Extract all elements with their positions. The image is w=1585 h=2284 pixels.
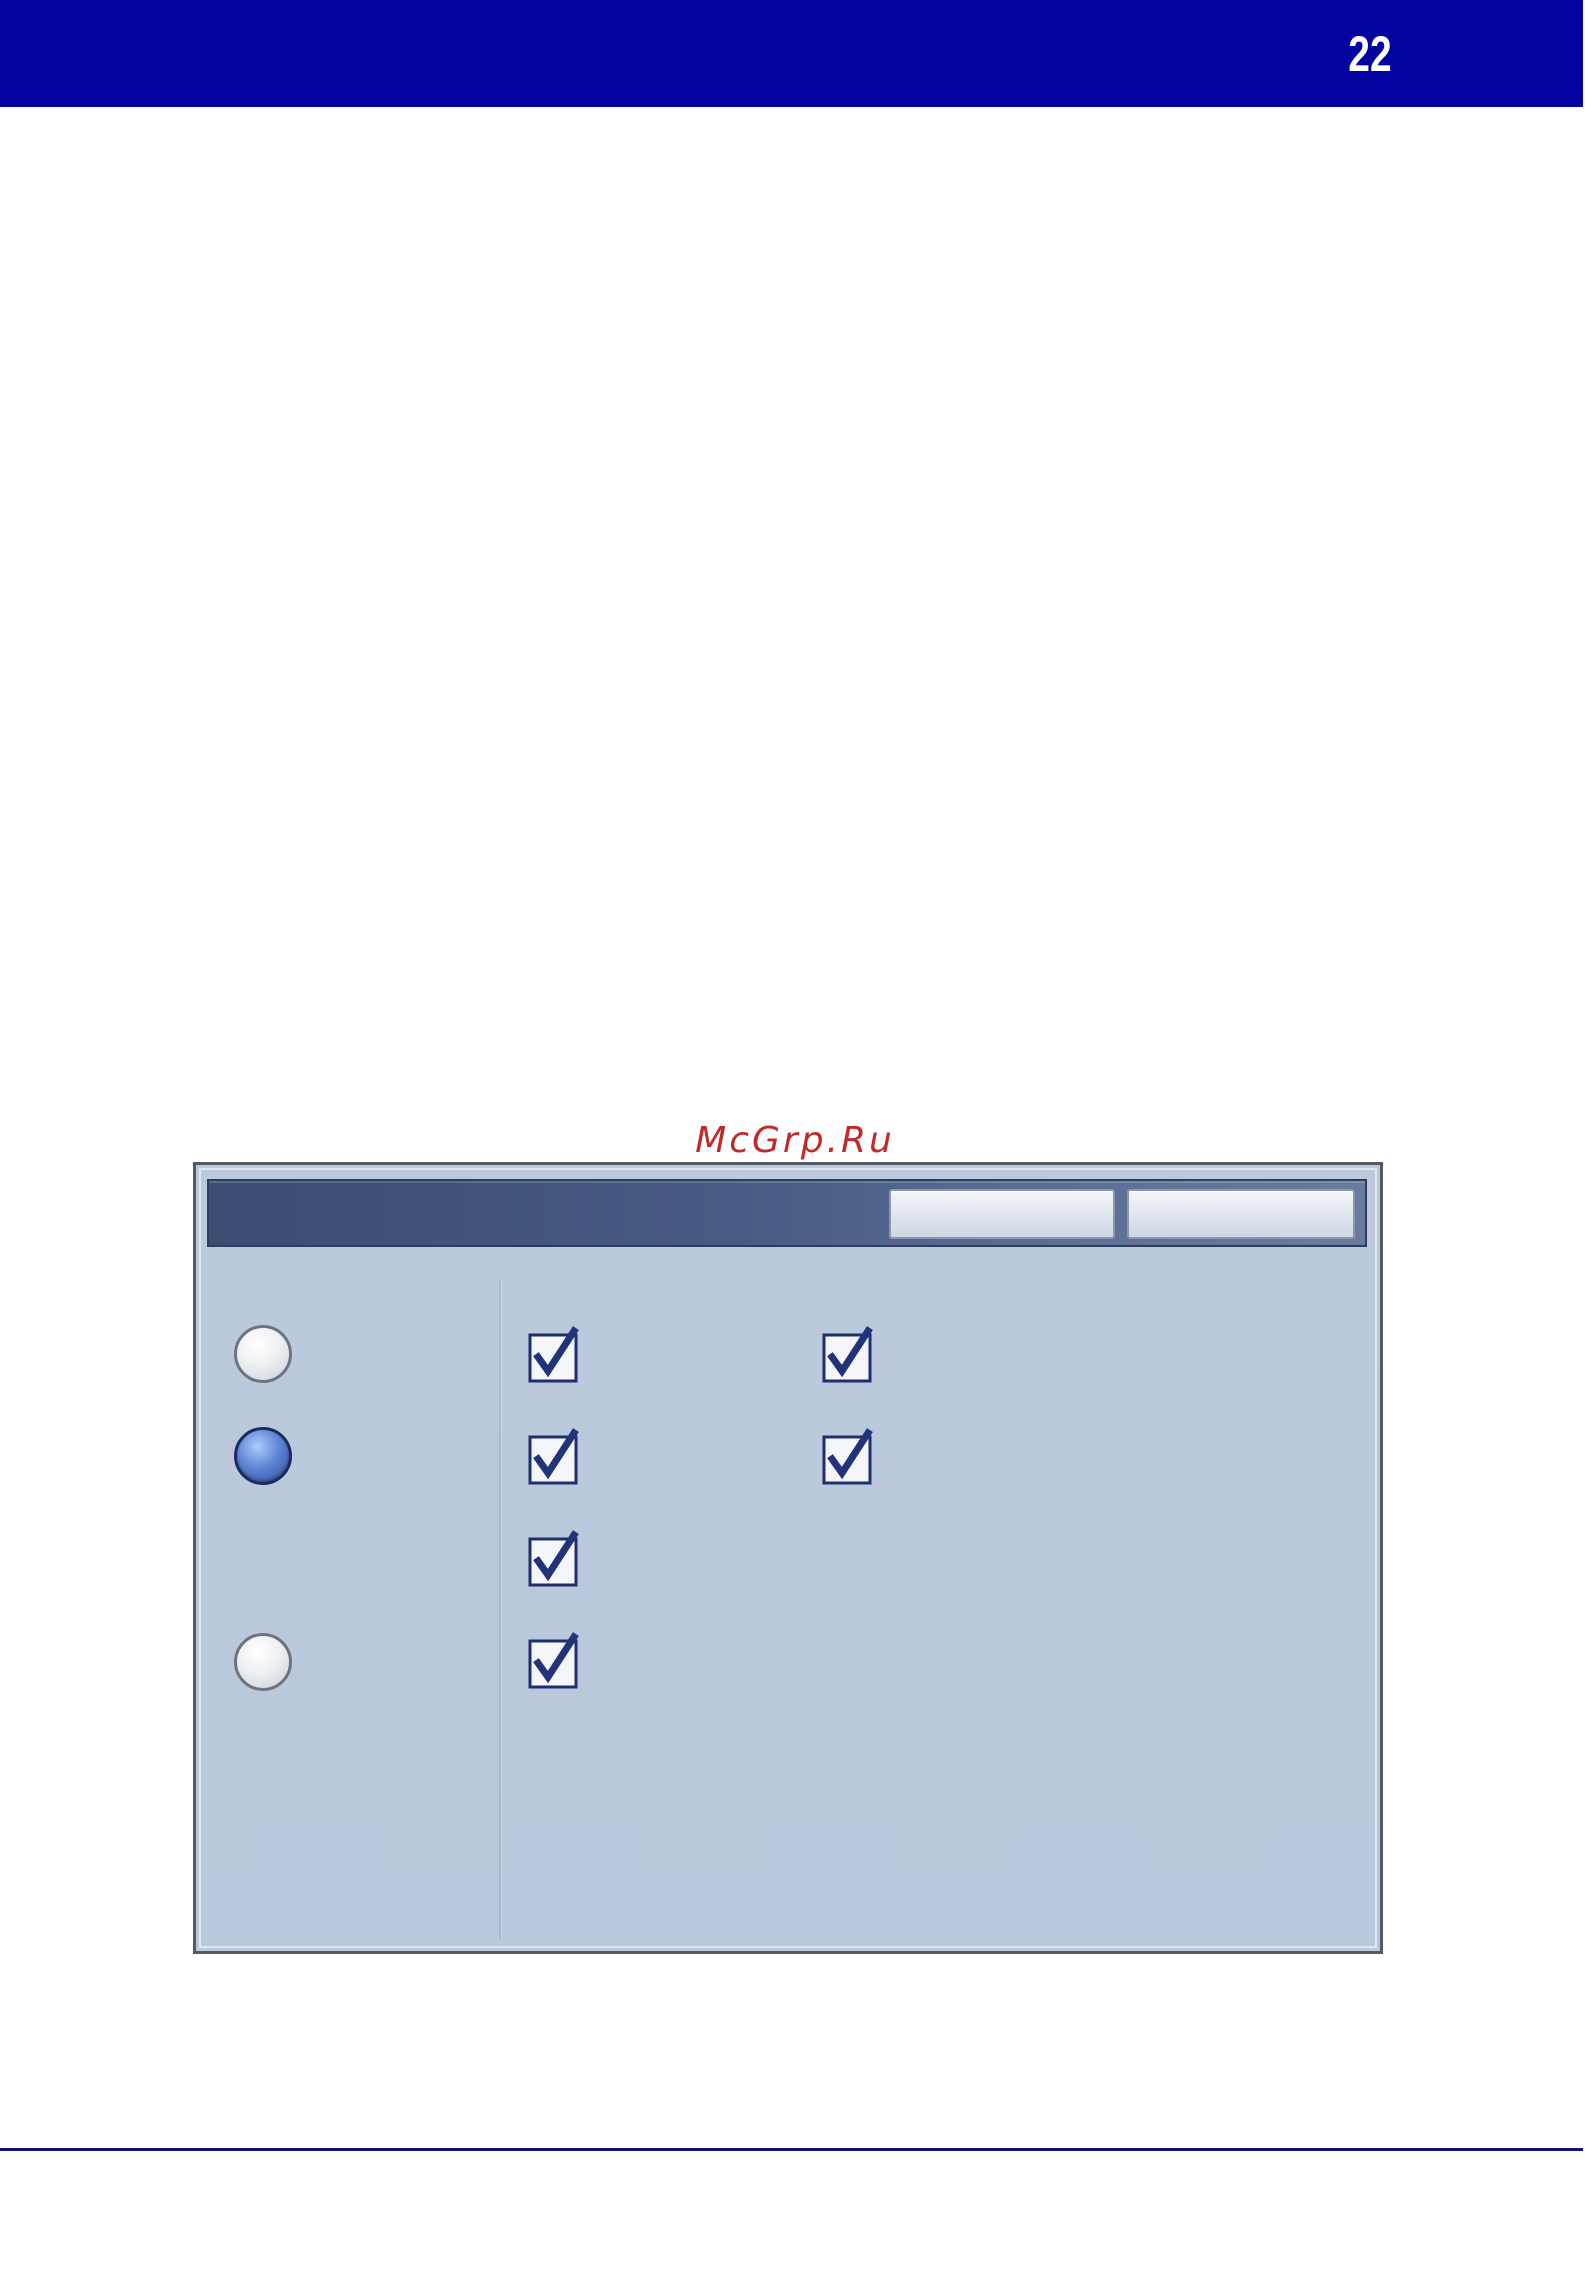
checkbox-2[interactable] — [528, 1427, 584, 1485]
checkmark-icon — [822, 1428, 873, 1485]
checkmark-icon — [528, 1632, 579, 1689]
page-number: 22 — [1348, 26, 1392, 82]
checkbox-6[interactable] — [822, 1427, 878, 1485]
checkbox-1[interactable] — [528, 1325, 584, 1383]
header-bar: 22 — [0, 0, 1583, 107]
radio-option-2[interactable] — [234, 1427, 292, 1485]
settings-dialog — [193, 1162, 1383, 1954]
title-button-2[interactable] — [1127, 1189, 1355, 1239]
checkmark-icon — [822, 1326, 873, 1383]
column-divider — [499, 1279, 502, 1939]
checkbox-5[interactable] — [822, 1325, 878, 1383]
dialog-title-bar — [207, 1179, 1367, 1247]
checkbox-3[interactable] — [528, 1529, 584, 1587]
checkmark-icon — [528, 1428, 579, 1485]
dialog-frame — [199, 1168, 1377, 1948]
checkmark-icon — [528, 1530, 579, 1587]
footer-rule — [0, 2148, 1583, 2151]
checkmark-icon — [528, 1326, 579, 1383]
checkbox-4[interactable] — [528, 1631, 584, 1689]
radio-option-3[interactable] — [234, 1633, 292, 1691]
radio-option-1[interactable] — [234, 1325, 292, 1383]
watermark: McGrp.Ru — [695, 1120, 895, 1161]
title-button-1[interactable] — [889, 1189, 1115, 1239]
